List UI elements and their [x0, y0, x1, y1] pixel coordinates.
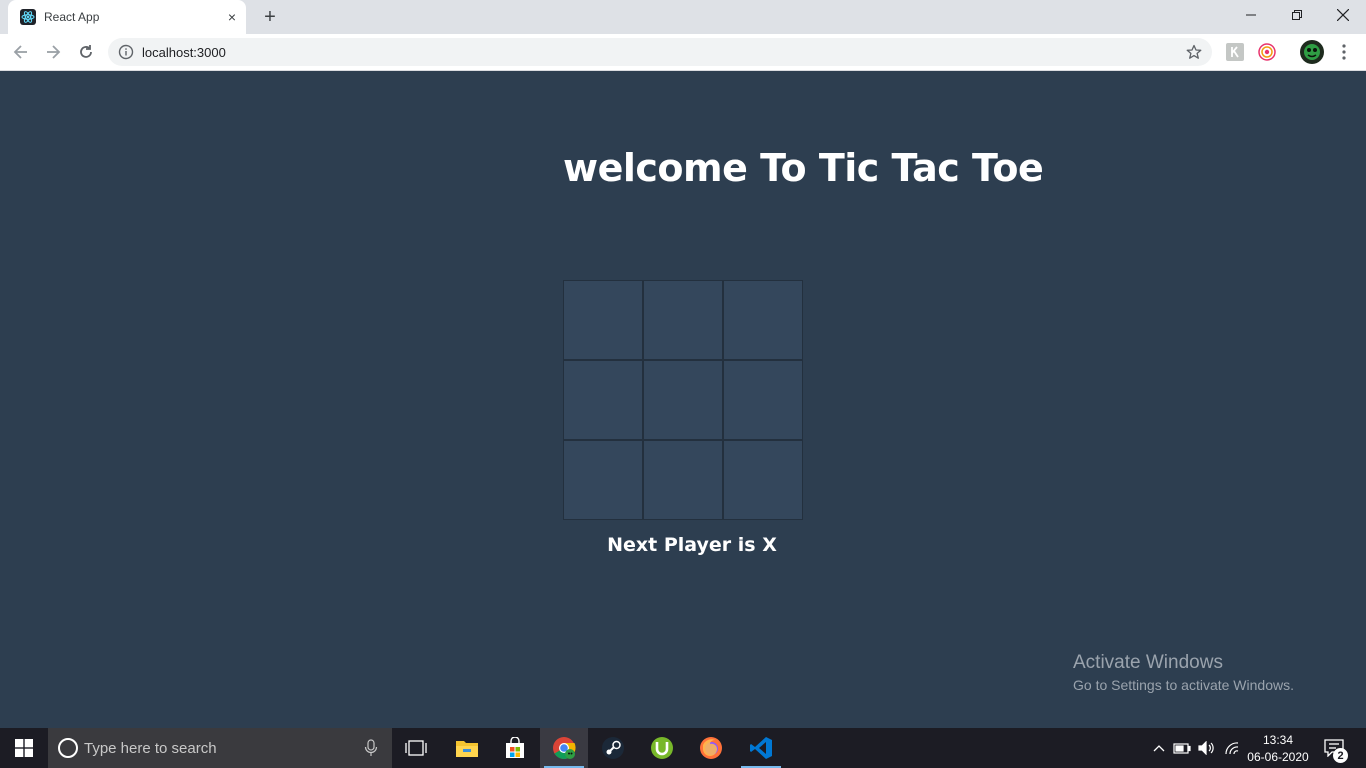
url-text[interactable]: localhost:3000: [142, 45, 226, 60]
firefox-icon[interactable]: [687, 728, 735, 768]
profile-avatar[interactable]: [1300, 40, 1324, 64]
new-tab-button[interactable]: +: [258, 6, 282, 28]
address-bar[interactable]: localhost:3000: [108, 38, 1212, 66]
chrome-icon[interactable]: [540, 728, 588, 768]
windows-start-icon[interactable]: [0, 728, 48, 768]
browser-tab-react-app[interactable]: React App ×: [8, 0, 246, 34]
board-cell-5[interactable]: [643, 360, 723, 440]
extension-k-icon[interactable]: [1225, 42, 1245, 62]
tab-title: React App: [44, 10, 100, 24]
vscode-icon[interactable]: [737, 728, 785, 768]
browser-menu-icon[interactable]: [1334, 42, 1354, 62]
taskbar: Type here to search 13:34 06-06-2020: [0, 728, 1366, 768]
file-explorer-icon[interactable]: [443, 728, 491, 768]
board-cell-2[interactable]: [643, 280, 723, 360]
show-hidden-icons-chevron-icon[interactable]: [1150, 728, 1168, 768]
board-cell-9[interactable]: [723, 440, 803, 520]
back-arrow-icon[interactable]: [8, 39, 34, 65]
activation-watermark-title: Activate Windows: [1073, 652, 1223, 673]
page-title: welcome To Tic Tac Toe: [563, 146, 1044, 190]
browser-tab-strip: React App × +: [0, 0, 1366, 34]
steam-icon[interactable]: [589, 728, 637, 768]
react-logo-icon: [20, 9, 36, 25]
store-icon[interactable]: [491, 728, 539, 768]
site-info-icon[interactable]: [118, 44, 134, 60]
minimize-icon[interactable]: [1228, 0, 1274, 30]
tab-close-icon[interactable]: ×: [224, 9, 240, 25]
notification-count-badge: 2: [1333, 748, 1348, 763]
microphone-icon[interactable]: [364, 739, 378, 757]
taskbar-clock[interactable]: 13:34 06-06-2020: [1244, 732, 1312, 766]
restore-icon[interactable]: [1274, 0, 1320, 30]
game-board: [563, 280, 803, 520]
forward-arrow-icon[interactable]: [40, 39, 66, 65]
volume-icon[interactable]: [1196, 728, 1216, 768]
clock-date: 06-06-2020: [1247, 750, 1309, 764]
browser-toolbar: localhost:3000: [0, 34, 1366, 71]
wifi-icon[interactable]: [1222, 728, 1242, 768]
game-status: Next Player is X: [607, 534, 777, 556]
battery-icon[interactable]: [1172, 728, 1192, 768]
activation-watermark-subtitle: Go to Settings to activate Windows.: [1073, 677, 1294, 693]
search-placeholder: Type here to search: [84, 740, 217, 757]
board-cell-4[interactable]: [563, 360, 643, 440]
board-cell-8[interactable]: [643, 440, 723, 520]
reload-icon[interactable]: [73, 39, 99, 65]
clock-time: 13:34: [1262, 733, 1294, 747]
close-icon[interactable]: [1320, 0, 1366, 30]
board-cell-1[interactable]: [563, 280, 643, 360]
task-view-icon[interactable]: [392, 728, 440, 768]
extension-target-icon[interactable]: [1257, 42, 1277, 62]
bookmark-star-icon[interactable]: [1186, 44, 1202, 60]
board-cell-7[interactable]: [563, 440, 643, 520]
utorrent-icon[interactable]: [638, 728, 686, 768]
taskbar-search-box[interactable]: Type here to search: [48, 728, 392, 768]
cortana-icon: [58, 738, 78, 758]
board-cell-3[interactable]: [723, 280, 803, 360]
board-cell-6[interactable]: [723, 360, 803, 440]
